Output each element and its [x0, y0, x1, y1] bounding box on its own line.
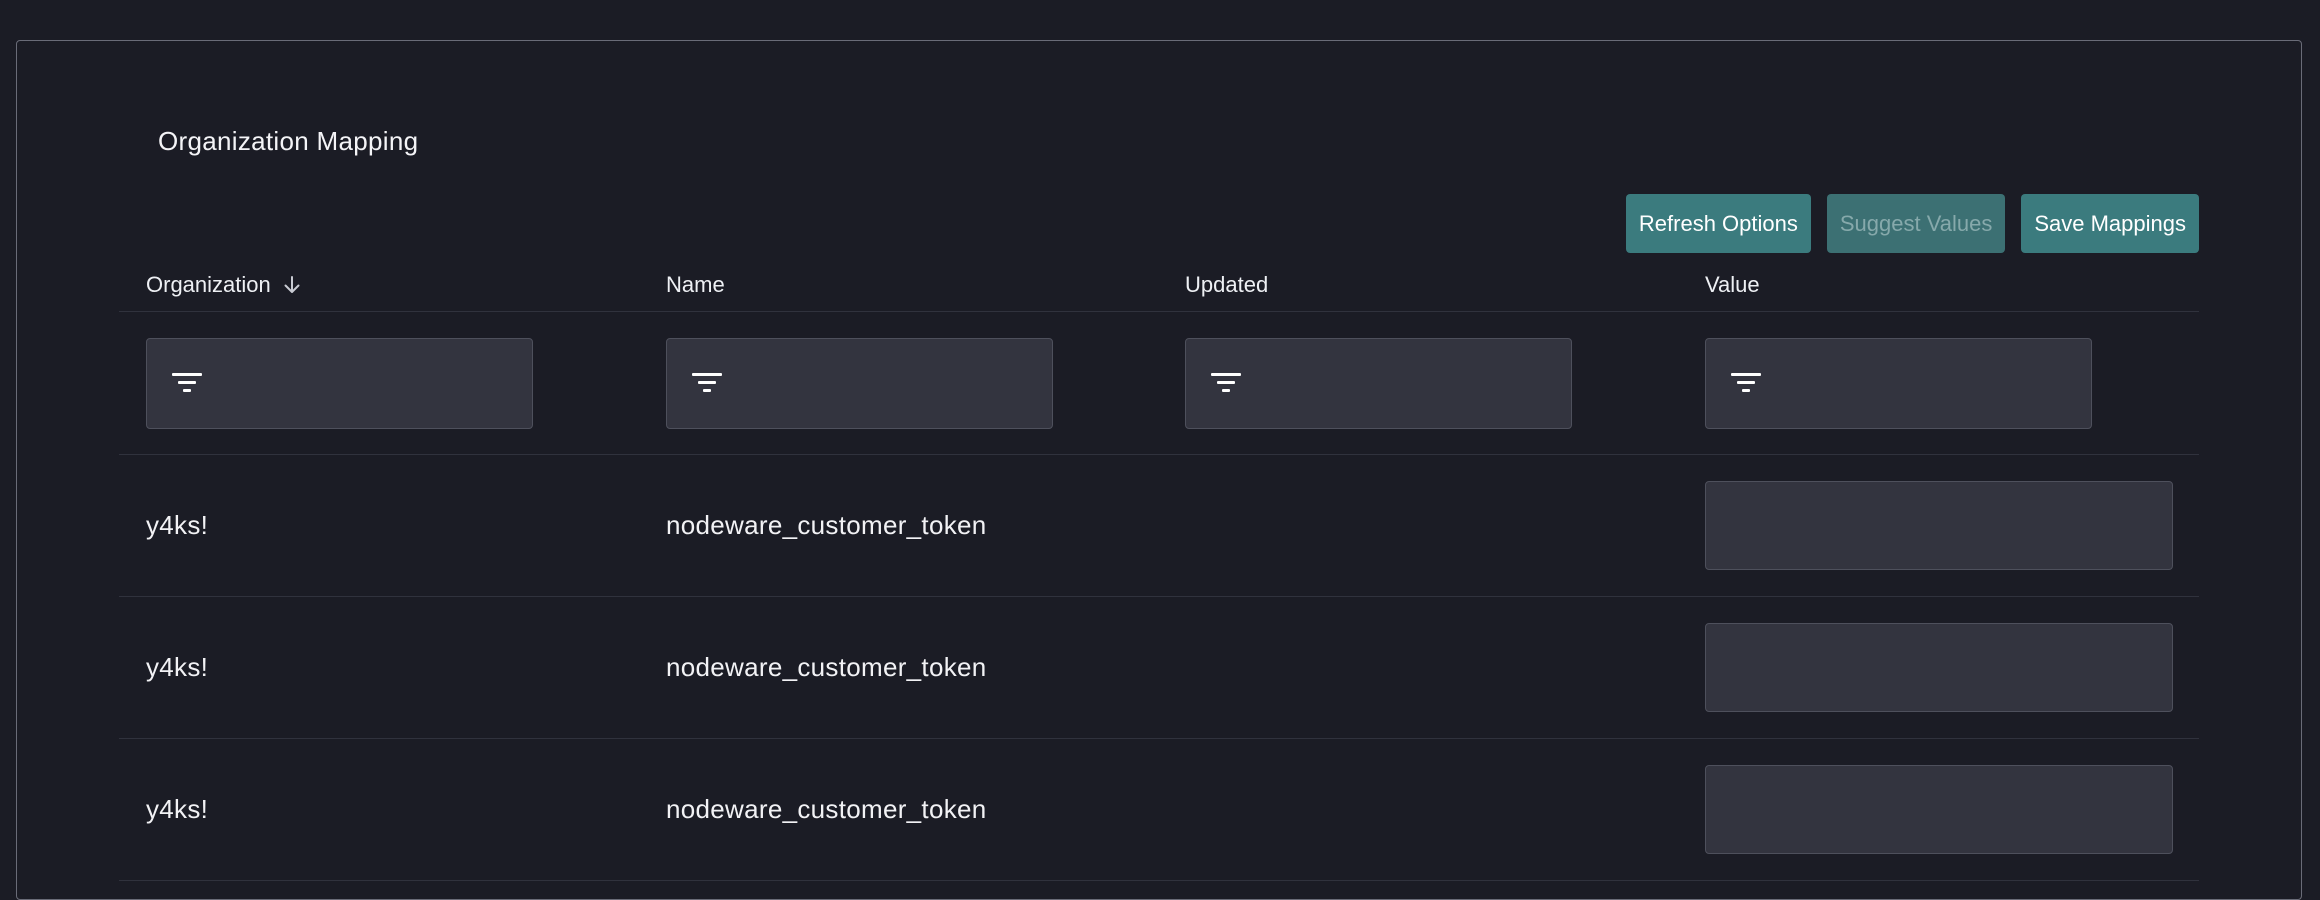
value-filter-field[interactable] [1705, 337, 2092, 429]
name-cell: nodeware_customer_token [666, 652, 987, 682]
organization-filter-input[interactable] [216, 369, 532, 397]
filter-cell-updated [1185, 312, 1572, 454]
value-input[interactable] [1705, 765, 2173, 854]
toolbar: Refresh Options Suggest Values Save Mapp… [1625, 194, 2199, 253]
organization-filter-field[interactable] [146, 337, 533, 429]
value-filter-input[interactable] [1775, 369, 2091, 397]
value-cell [1705, 739, 2173, 880]
organization-cell: y4ks! [146, 794, 209, 824]
filter-icon [692, 373, 722, 392]
save-mappings-button[interactable]: Save Mappings [2021, 194, 2199, 253]
mapping-table: Organization Name Updated Value y4ks! no… [119, 262, 2199, 881]
table-row: y4ks! nodeware_customer_token [119, 739, 2199, 881]
filter-cell-organization [146, 312, 533, 454]
value-cell [1705, 455, 2173, 596]
column-header-updated[interactable]: Updated [1185, 262, 1268, 311]
column-header-label: Organization [146, 272, 271, 297]
filter-icon [1211, 373, 1241, 392]
filter-row [119, 312, 2199, 455]
column-header-value[interactable]: Value [1705, 262, 1760, 311]
name-filter-input[interactable] [736, 369, 1052, 397]
organization-cell: y4ks! [146, 652, 209, 682]
refresh-options-button[interactable]: Refresh Options [1625, 194, 1811, 253]
value-input[interactable] [1705, 481, 2173, 570]
suggest-values-button[interactable]: Suggest Values [1826, 194, 2006, 253]
value-input[interactable] [1705, 623, 2173, 712]
sort-descending-icon[interactable] [281, 274, 303, 296]
column-header-organization[interactable]: Organization [146, 262, 303, 311]
filter-icon [172, 373, 202, 392]
organization-cell: y4ks! [146, 510, 209, 540]
table-row: y4ks! nodeware_customer_token [119, 597, 2199, 739]
table-header-row: Organization Name Updated Value [119, 262, 2199, 312]
value-cell [1705, 597, 2173, 738]
filter-icon [1731, 373, 1761, 392]
column-header-label: Value [1705, 272, 1760, 297]
updated-filter-field[interactable] [1185, 337, 1572, 429]
column-header-label: Name [666, 272, 725, 297]
name-cell: nodeware_customer_token [666, 794, 987, 824]
filter-cell-value [1705, 312, 2092, 454]
name-cell: nodeware_customer_token [666, 510, 987, 540]
filter-cell-name [666, 312, 1053, 454]
page-title: Organization Mapping [158, 126, 419, 156]
updated-filter-input[interactable] [1255, 369, 1571, 397]
name-filter-field[interactable] [666, 337, 1053, 429]
table-row: y4ks! nodeware_customer_token [119, 455, 2199, 597]
column-header-name[interactable]: Name [666, 262, 725, 311]
column-header-label: Updated [1185, 272, 1269, 297]
